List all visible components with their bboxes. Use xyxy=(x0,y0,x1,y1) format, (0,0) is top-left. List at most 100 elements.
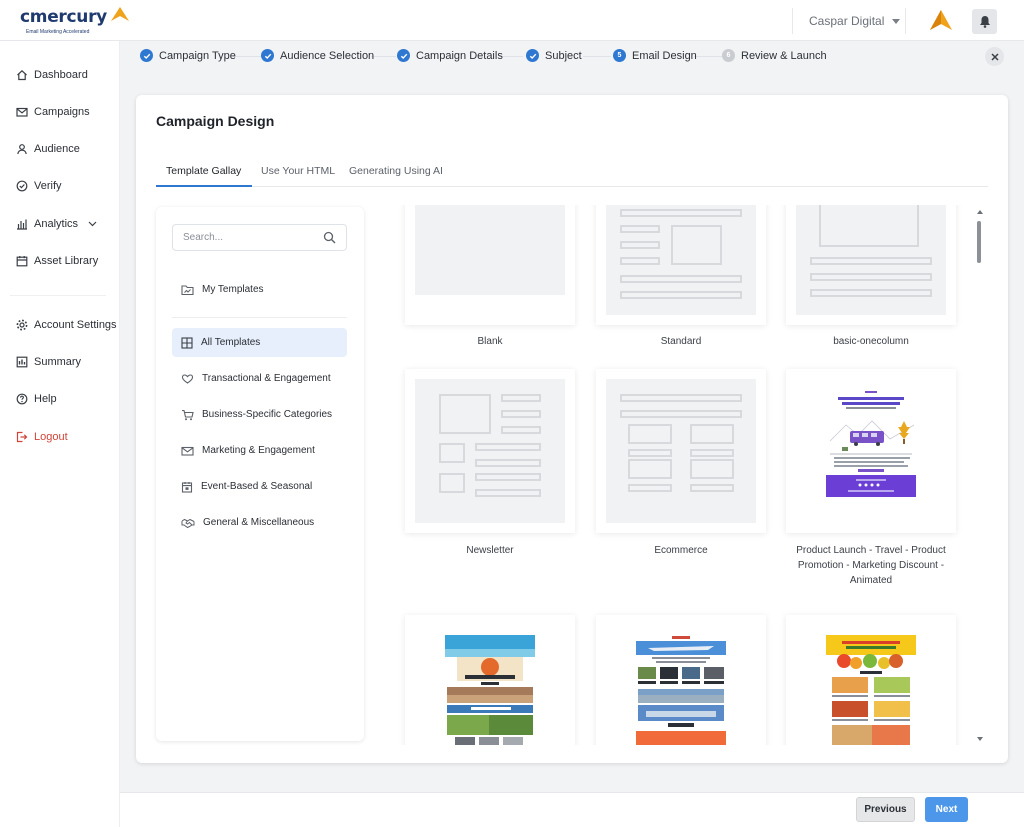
placeholder-block xyxy=(439,443,465,463)
placeholder-block xyxy=(810,273,932,281)
template-thumbnail xyxy=(596,205,766,325)
sidebar-item-label: Summary xyxy=(34,356,82,368)
gear-icon xyxy=(16,319,28,331)
sidebar-item-label: Dashboard xyxy=(34,69,88,81)
placeholder-block xyxy=(620,209,742,217)
template-gallery: Blank Standard basic-onecolumn Newslette… xyxy=(380,205,990,745)
logo-mark-icon xyxy=(111,7,129,21)
campaign-design-card: Campaign Design Template Gallay Use Your… xyxy=(136,95,1008,763)
app-logo[interactable]: cmercury Email Marketing Accelerated xyxy=(20,6,129,36)
notifications-button[interactable] xyxy=(972,9,997,34)
gallery-scrollbar[interactable] xyxy=(972,209,980,743)
sidebar-item-logout[interactable]: Logout xyxy=(16,431,68,443)
placeholder-block xyxy=(620,291,742,299)
step-subject[interactable]: Subject xyxy=(526,49,582,62)
cart-icon xyxy=(182,409,194,420)
category-divider xyxy=(172,317,347,318)
chevron-down-icon xyxy=(88,221,97,227)
category-general-miscellaneous[interactable]: General & Miscellaneous xyxy=(172,508,347,537)
sidebar: Dashboard Campaigns Audience Verify Anal… xyxy=(0,41,120,827)
placeholder-block xyxy=(690,449,734,457)
step-audience-selection[interactable]: Audience Selection xyxy=(261,49,374,62)
top-bar: cmercury Email Marketing Accelerated Cas… xyxy=(0,0,1024,41)
user-icon xyxy=(17,144,27,155)
step-connector xyxy=(233,56,261,57)
sidebar-item-verify[interactable]: Verify xyxy=(16,180,62,192)
previous-button[interactable]: Previous xyxy=(856,797,915,822)
sidebar-item-asset-library[interactable]: Asset Library xyxy=(16,255,98,267)
sidebar-divider xyxy=(10,295,106,296)
placeholder-block xyxy=(620,410,742,418)
step-number: 5 xyxy=(613,49,626,62)
category-business-specific[interactable]: Business-Specific Categories xyxy=(172,400,347,429)
step-email-design[interactable]: 5 Email Design xyxy=(613,49,697,62)
step-label: Campaign Type xyxy=(159,49,236,62)
gallery-scroll-thumb[interactable] xyxy=(977,221,981,263)
placeholder-block xyxy=(620,275,742,283)
placeholder-block xyxy=(439,473,465,493)
category-label: Event-Based & Seasonal xyxy=(201,481,313,492)
category-marketing-engagement[interactable]: Marketing & Engagement xyxy=(172,436,347,465)
placeholder-block xyxy=(501,394,541,402)
thumbnail-placeholder xyxy=(415,205,565,295)
step-complete-icon xyxy=(261,49,274,62)
step-number: 6 xyxy=(722,49,735,62)
calendar-event-icon xyxy=(181,481,193,493)
brand-badge-icon[interactable] xyxy=(930,10,952,30)
placeholder-block xyxy=(690,459,734,479)
placeholder-block xyxy=(475,473,541,481)
travel-preview xyxy=(636,635,726,745)
sidebar-item-label: Logout xyxy=(34,431,68,443)
category-label: Business-Specific Categories xyxy=(202,409,333,420)
tab-template-gallery[interactable]: Template Gallay xyxy=(166,165,241,177)
placeholder-block xyxy=(628,424,672,444)
step-connector xyxy=(694,56,722,57)
step-campaign-details[interactable]: Campaign Details xyxy=(397,49,503,62)
sidebar-item-label: Analytics xyxy=(34,218,79,230)
my-templates-label: My Templates xyxy=(202,284,264,295)
caret-down-icon xyxy=(892,18,901,24)
template-thumbnail xyxy=(405,615,575,745)
placeholder-block xyxy=(810,257,932,265)
category-transactional-engagement[interactable]: Transactional & Engagement xyxy=(172,364,347,393)
close-button[interactable] xyxy=(985,47,1004,66)
envelope-icon xyxy=(181,446,194,456)
step-review-launch[interactable]: 6 Review & Launch xyxy=(722,49,827,62)
category-all-templates[interactable]: All Templates xyxy=(172,328,347,357)
placeholder-block xyxy=(671,225,722,265)
step-campaign-type[interactable]: Campaign Type xyxy=(140,49,236,62)
category-label: All Templates xyxy=(201,337,261,348)
mail-icon xyxy=(16,107,28,117)
organization-name: Caspar Digital xyxy=(809,14,885,28)
sidebar-item-dashboard[interactable]: Dashboard xyxy=(16,69,88,81)
logo-text: cmercury xyxy=(20,7,107,27)
sidebar-item-summary[interactable]: Summary xyxy=(16,356,81,368)
placeholder-block xyxy=(439,394,491,434)
placeholder-block xyxy=(810,289,932,297)
handshake-icon xyxy=(181,518,195,528)
heart-hand-icon xyxy=(181,373,194,384)
next-button[interactable]: Next xyxy=(925,797,968,822)
campaign-stepper: Campaign Type Audience Selection Campaig… xyxy=(121,42,1024,70)
sidebar-item-analytics[interactable]: Analytics xyxy=(16,218,103,230)
sidebar-item-help[interactable]: Help xyxy=(16,393,57,405)
search-input[interactable]: Search... xyxy=(172,224,347,251)
sidebar-item-label: Verify xyxy=(34,180,62,192)
organization-select[interactable]: Caspar Digital xyxy=(792,8,906,34)
scroll-down-arrow-icon[interactable] xyxy=(977,737,983,741)
template-thumbnail xyxy=(786,369,956,533)
my-templates-item[interactable]: My Templates xyxy=(172,275,347,304)
sidebar-item-campaigns[interactable]: Campaigns xyxy=(16,106,90,118)
tab-use-your-html[interactable]: Use Your HTML xyxy=(261,165,335,177)
sidebar-item-audience[interactable]: Audience xyxy=(16,143,80,155)
search-icon[interactable] xyxy=(323,231,336,244)
category-label: General & Miscellaneous xyxy=(203,517,315,528)
step-label: Review & Launch xyxy=(741,49,827,62)
sidebar-item-label: Asset Library xyxy=(34,255,99,267)
design-tabs: Template Gallay Use Your HTML Generating… xyxy=(156,157,988,187)
sidebar-item-account-settings[interactable]: Account Settings xyxy=(16,319,117,331)
tab-generating-using-ai[interactable]: Generating Using AI xyxy=(349,165,443,177)
category-event-based-seasonal[interactable]: Event-Based & Seasonal xyxy=(172,472,347,501)
logout-icon xyxy=(16,431,28,443)
scroll-up-arrow-icon[interactable] xyxy=(977,210,983,214)
